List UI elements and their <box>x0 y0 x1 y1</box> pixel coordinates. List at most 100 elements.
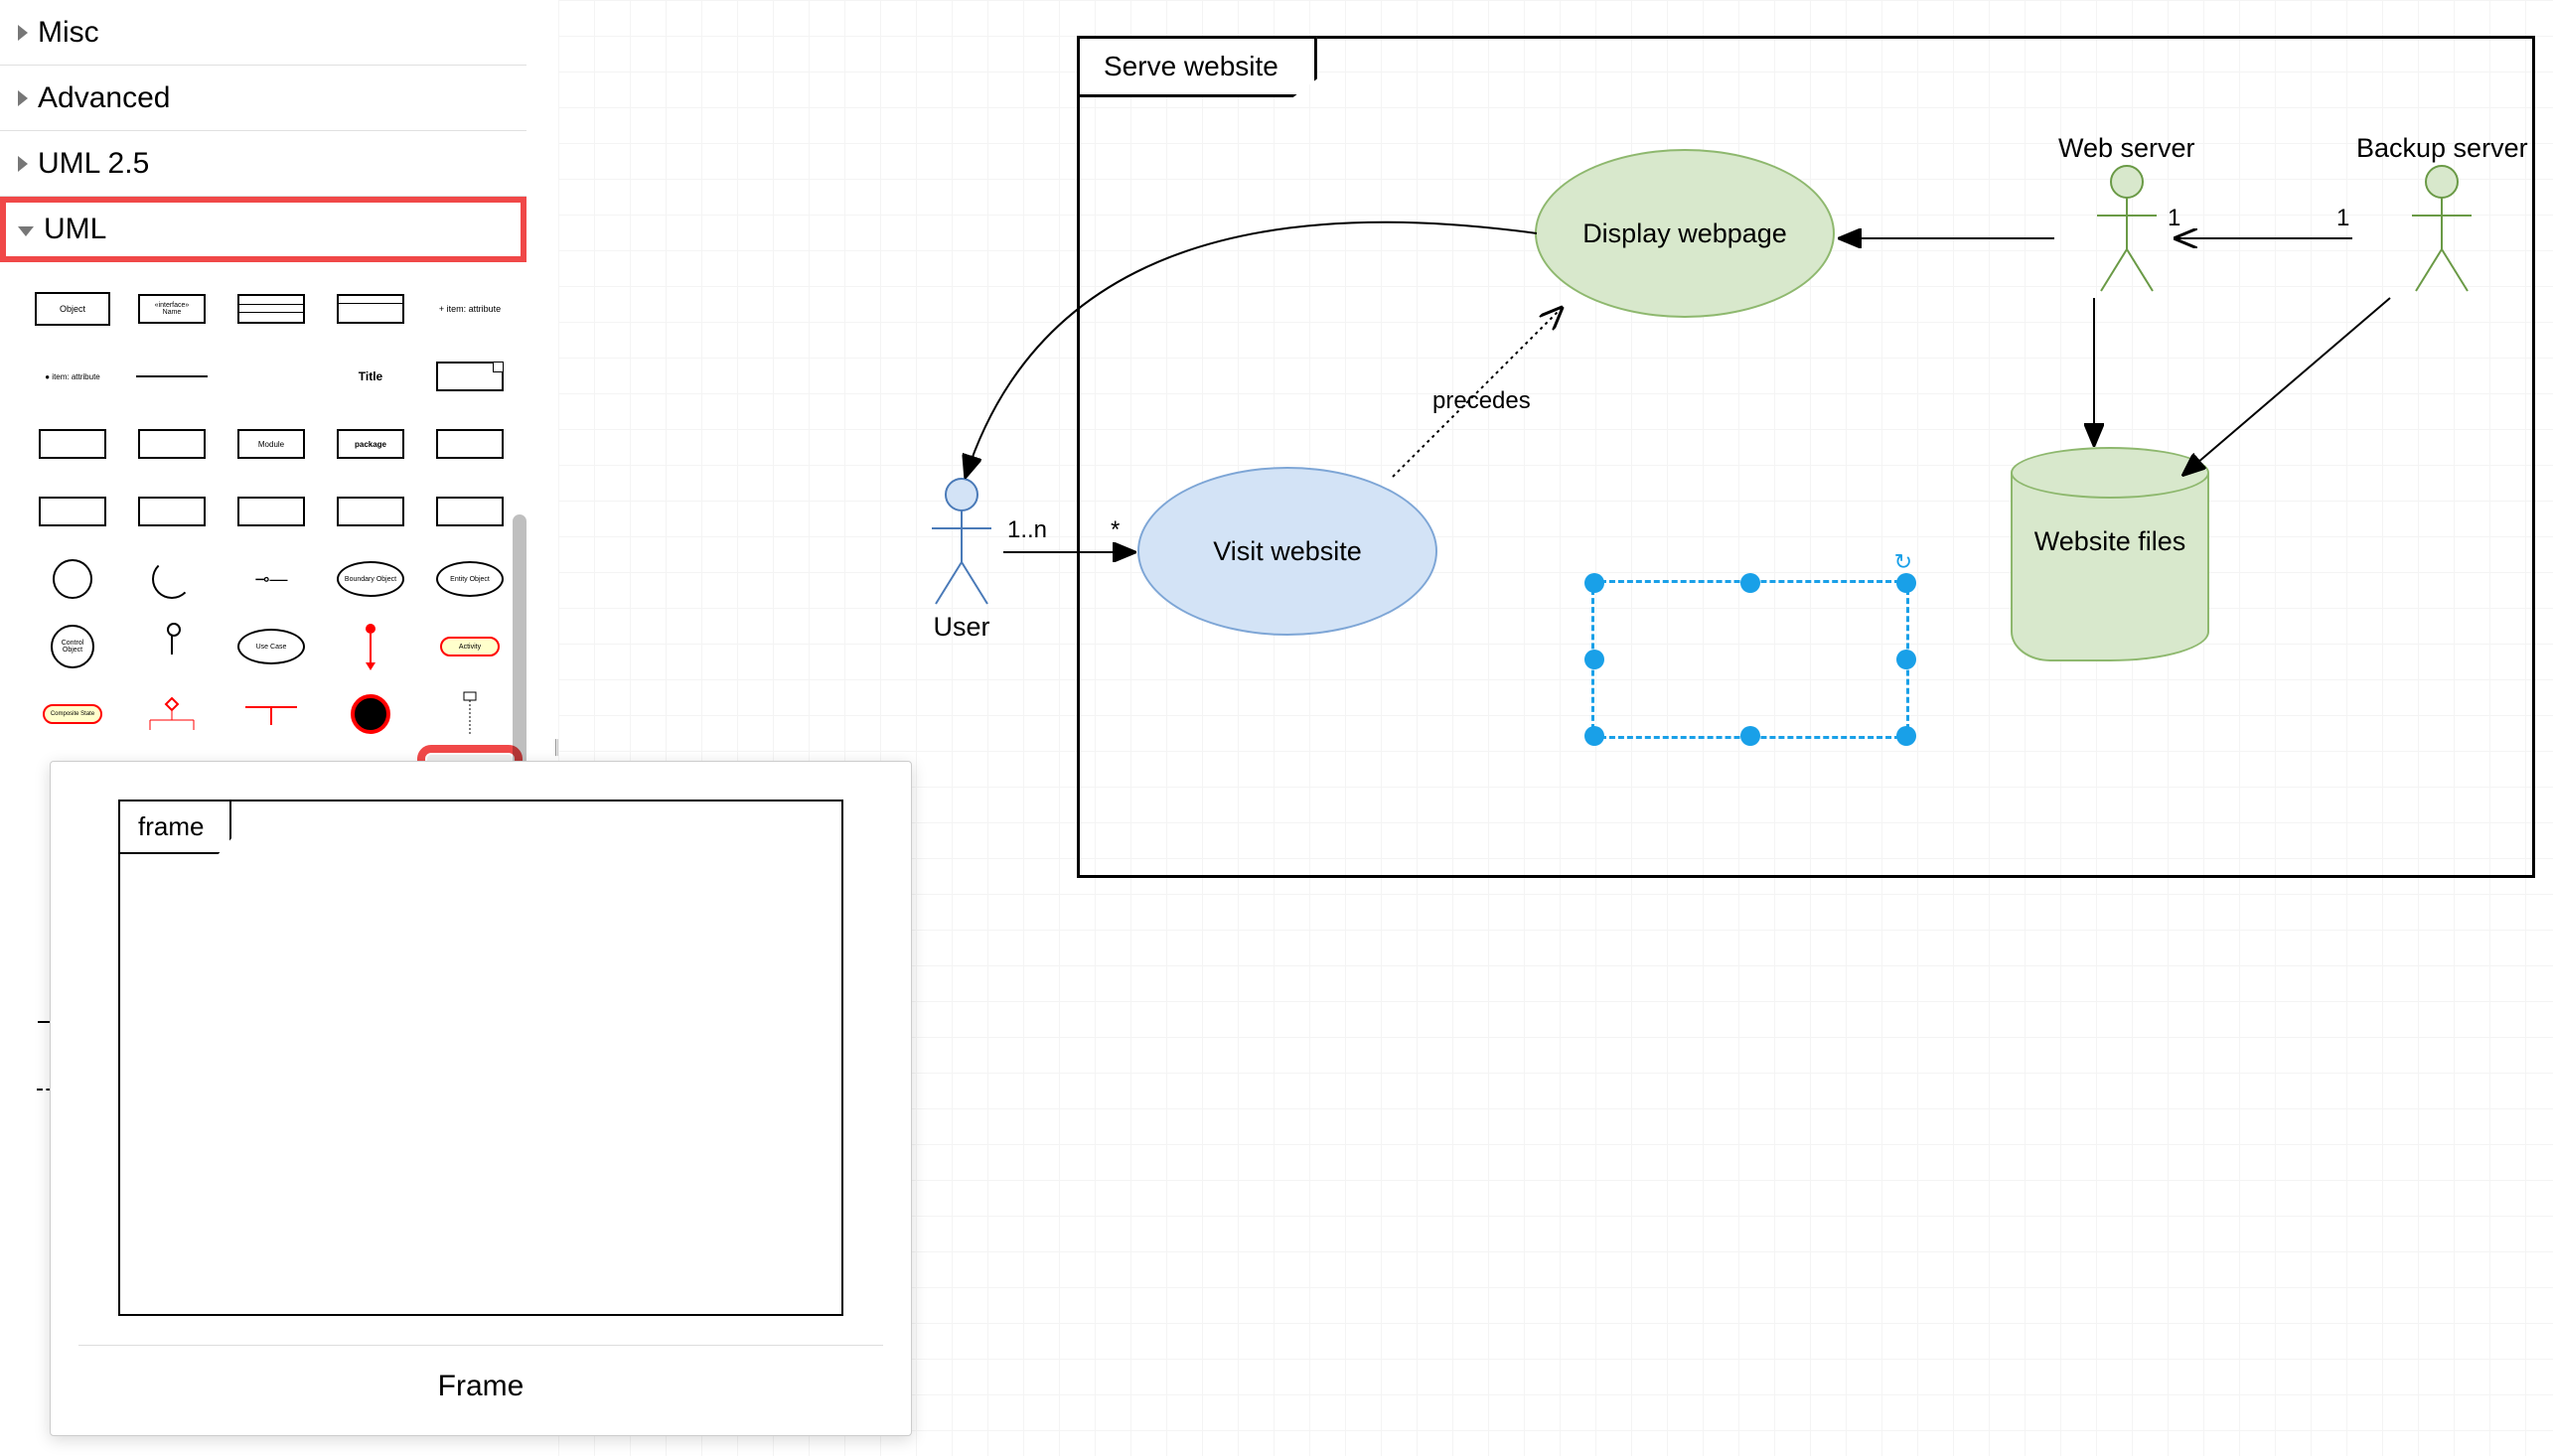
shape-item-attr2[interactable]: ● item: attribute <box>30 350 115 403</box>
shape-block1[interactable] <box>30 485 115 538</box>
shape-constraint[interactable] <box>30 417 115 471</box>
shape-branch-red[interactable] <box>129 687 215 741</box>
shape-title[interactable]: Title <box>328 350 413 403</box>
shape-interface[interactable]: «interface» Name <box>129 282 215 336</box>
shape-thumb: Module <box>237 429 305 459</box>
shape-thumb <box>460 690 480 738</box>
shape-thumb <box>39 497 106 526</box>
resize-handle-se[interactable] <box>1896 726 1916 746</box>
shape-divider[interactable] <box>129 350 215 403</box>
shape-actor[interactable] <box>129 620 215 673</box>
shape-thumb <box>53 559 92 599</box>
category-uml25[interactable]: UML 2.5 <box>0 131 526 197</box>
edge-label-web-display[interactable]: 1 <box>2168 205 2180 232</box>
shape-thumb <box>241 699 301 729</box>
shape-thumb: Title <box>359 369 382 383</box>
resize-handle-ne[interactable] <box>1896 573 1916 593</box>
shape-thumb <box>142 694 202 734</box>
preview-frame: frame <box>118 800 843 1316</box>
shape-usecase[interactable]: Use Case <box>228 620 314 673</box>
shape-class4[interactable] <box>328 282 413 336</box>
shape-thumb <box>237 294 305 324</box>
shape-thumb: Composite State <box>43 704 102 724</box>
category-misc[interactable]: Misc <box>0 0 526 66</box>
shape-thumb: Object <box>35 292 110 326</box>
category-label: UML 2.5 <box>38 147 149 181</box>
shape-thumb <box>337 497 404 526</box>
selected-shape[interactable]: ↻ <box>1591 580 1909 739</box>
shape-final[interactable] <box>328 687 413 741</box>
shape-thumb <box>136 375 208 377</box>
shape-object[interactable]: Object <box>30 282 115 336</box>
resize-handle-w[interactable] <box>1584 650 1604 669</box>
shape-thumb: package <box>337 429 404 459</box>
shape-lifeline-top[interactable] <box>427 687 513 741</box>
shape-thumb <box>436 362 504 391</box>
shape-thumb: Boundary Object <box>337 561 404 597</box>
edge-label-backup-display[interactable]: 1 <box>2336 205 2349 232</box>
shape-thumb <box>361 623 380 670</box>
preview-frame-title: frame <box>118 800 231 854</box>
shape-thumb <box>138 429 206 459</box>
shape-module[interactable]: Module <box>228 417 314 471</box>
shape-fork-red[interactable] <box>228 687 314 741</box>
edges-overlay <box>558 0 2553 894</box>
shape-boundary[interactable]: Boundary Object <box>328 552 413 606</box>
shape-thumb: Use Case <box>237 629 305 664</box>
shape-thumb <box>138 497 206 526</box>
resize-handle-e[interactable] <box>1896 650 1916 669</box>
category-label: UML <box>44 213 106 246</box>
shape-lollipop[interactable]: ⊸— <box>228 552 314 606</box>
shape-thumb <box>351 694 390 734</box>
shape-thumb <box>39 429 106 459</box>
resize-handle-n[interactable] <box>1740 573 1760 593</box>
resize-handle-nw[interactable] <box>1584 573 1604 593</box>
shape-class3[interactable] <box>228 282 314 336</box>
shape-spacer[interactable] <box>228 350 314 403</box>
chevron-right-icon <box>18 90 28 106</box>
shape-thumb: + item: attribute <box>439 304 501 314</box>
category-label: Misc <box>38 16 99 50</box>
shape-component[interactable] <box>129 417 215 471</box>
edge-label-user-visit-dst[interactable]: * <box>1111 516 1120 544</box>
shape-thumb <box>237 497 305 526</box>
shape-signal-down[interactable] <box>328 620 413 673</box>
shape-block3[interactable] <box>228 485 314 538</box>
shape-start[interactable] <box>30 552 115 606</box>
edge-label-user-visit-src[interactable]: 1..n <box>1007 516 1047 544</box>
shape-item-attr[interactable]: + item: attribute <box>427 282 513 336</box>
shape-package[interactable]: package <box>328 417 413 471</box>
shape-preview-popup: frame Frame <box>50 761 912 1436</box>
shape-thumb: ⊸— <box>254 569 287 590</box>
shape-block4[interactable] <box>328 485 413 538</box>
shape-thumb <box>152 559 192 599</box>
shape-thumb: «interface» Name <box>138 294 206 324</box>
edge-label-precedes[interactable]: precedes <box>1432 387 1531 415</box>
shape-thumb: Activity <box>440 637 500 656</box>
shape-thumb <box>436 429 504 459</box>
shape-template[interactable] <box>427 417 513 471</box>
shape-thumb: Entity Object <box>436 561 504 597</box>
rotate-handle-icon[interactable]: ↻ <box>1894 549 1912 575</box>
shape-composite[interactable]: Composite State <box>30 687 115 741</box>
shape-block5[interactable] <box>427 485 513 538</box>
shape-block2[interactable] <box>129 485 215 538</box>
preview-canvas: frame <box>78 790 883 1346</box>
shape-thumb <box>337 294 404 324</box>
category-advanced[interactable]: Advanced <box>0 66 526 131</box>
shape-thumb <box>436 497 504 526</box>
chevron-right-icon <box>18 25 28 41</box>
resize-handle-s[interactable] <box>1740 726 1760 746</box>
shape-arc[interactable] <box>129 552 215 606</box>
category-uml[interactable]: UML <box>0 197 526 262</box>
chevron-right-icon <box>18 156 28 172</box>
shape-note[interactable] <box>427 350 513 403</box>
resize-handle-sw[interactable] <box>1584 726 1604 746</box>
category-label: Advanced <box>38 81 170 115</box>
shape-control[interactable]: Control Object <box>30 620 115 673</box>
shape-activity[interactable]: Activity <box>427 620 513 673</box>
shape-thumb: ● item: attribute <box>45 372 100 381</box>
shape-entity[interactable]: Entity Object <box>427 552 513 606</box>
preview-caption: Frame <box>78 1370 883 1403</box>
actor-icon <box>157 623 187 670</box>
